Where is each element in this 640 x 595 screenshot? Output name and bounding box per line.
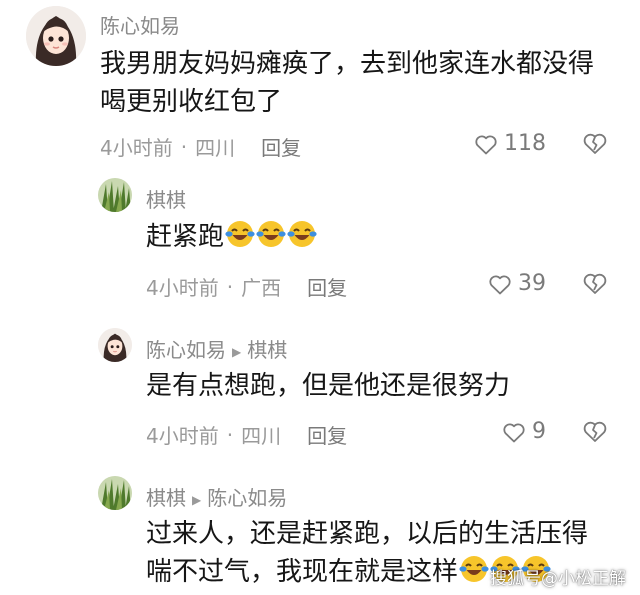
reply-arrow-icon: ▶ xyxy=(232,344,242,359)
reply-button[interactable]: 回复 xyxy=(307,420,347,449)
comment-text: 赶紧跑 xyxy=(146,218,317,256)
avatar-girl[interactable] xyxy=(26,6,86,66)
username-line: 陈心如易 ▶ 棋棋 xyxy=(146,334,287,363)
avatar-grass[interactable] xyxy=(98,178,132,212)
heart-icon xyxy=(475,135,497,154)
reply-to-username[interactable]: 棋棋 xyxy=(247,338,287,362)
laughing-crying-emoji xyxy=(459,556,489,582)
like-button[interactable]: 118 xyxy=(474,131,546,156)
comment-meta: 4小时前 · 广西 回复 xyxy=(146,272,347,301)
username[interactable]: 棋棋 xyxy=(146,184,186,213)
separator-dot: · xyxy=(180,134,188,159)
like-count: 39 xyxy=(518,271,546,296)
separator-dot: · xyxy=(226,274,234,299)
comment-text-content: 赶紧跑 xyxy=(146,222,225,252)
timestamp: 4小时前 xyxy=(146,424,219,448)
like-count: 9 xyxy=(532,419,546,444)
username[interactable]: 陈心如易 xyxy=(100,10,180,39)
username-line: 棋棋 ▶ 陈心如易 xyxy=(146,482,287,511)
broken-heart-icon[interactable] xyxy=(582,131,608,155)
username[interactable]: 陈心如易 xyxy=(146,338,226,362)
username[interactable]: 棋棋 xyxy=(146,486,186,510)
comment-meta: 4小时前 · 四川 回复 xyxy=(146,420,347,449)
comment-text: 我男朋友妈妈瘫痪了，去到他家连水都没得喝更别收红包了 xyxy=(100,49,595,117)
avatar-girl[interactable] xyxy=(98,328,132,362)
reply-to-username[interactable]: 陈心如易 xyxy=(207,486,287,510)
watermark: 搜狐号@小松正解 xyxy=(490,569,626,589)
comment-meta: 4小时前 · 四川 回复 xyxy=(100,132,301,161)
location: 广西 xyxy=(241,276,282,300)
comment-text: 是有点想跑，但是他还是很努力 xyxy=(146,371,511,401)
like-button[interactable]: 39 xyxy=(488,271,546,296)
location: 四川 xyxy=(241,424,282,448)
heart-icon xyxy=(503,423,525,442)
broken-heart-icon[interactable] xyxy=(582,419,608,443)
separator-dot: · xyxy=(226,422,234,447)
reply-button[interactable]: 回复 xyxy=(261,132,301,161)
timestamp: 4小时前 xyxy=(100,136,173,160)
avatar-grass[interactable] xyxy=(98,476,132,510)
reply-arrow-icon: ▶ xyxy=(192,492,202,507)
heart-icon xyxy=(489,275,511,294)
laughing-crying-emoji xyxy=(256,221,286,247)
reply-button[interactable]: 回复 xyxy=(307,272,347,301)
location: 四川 xyxy=(195,136,236,160)
like-button[interactable]: 9 xyxy=(502,419,546,444)
broken-heart-icon[interactable] xyxy=(582,271,608,295)
laughing-crying-emoji xyxy=(225,221,255,247)
timestamp: 4小时前 xyxy=(146,276,219,300)
like-count: 118 xyxy=(504,131,546,156)
laughing-crying-emoji xyxy=(287,221,317,247)
